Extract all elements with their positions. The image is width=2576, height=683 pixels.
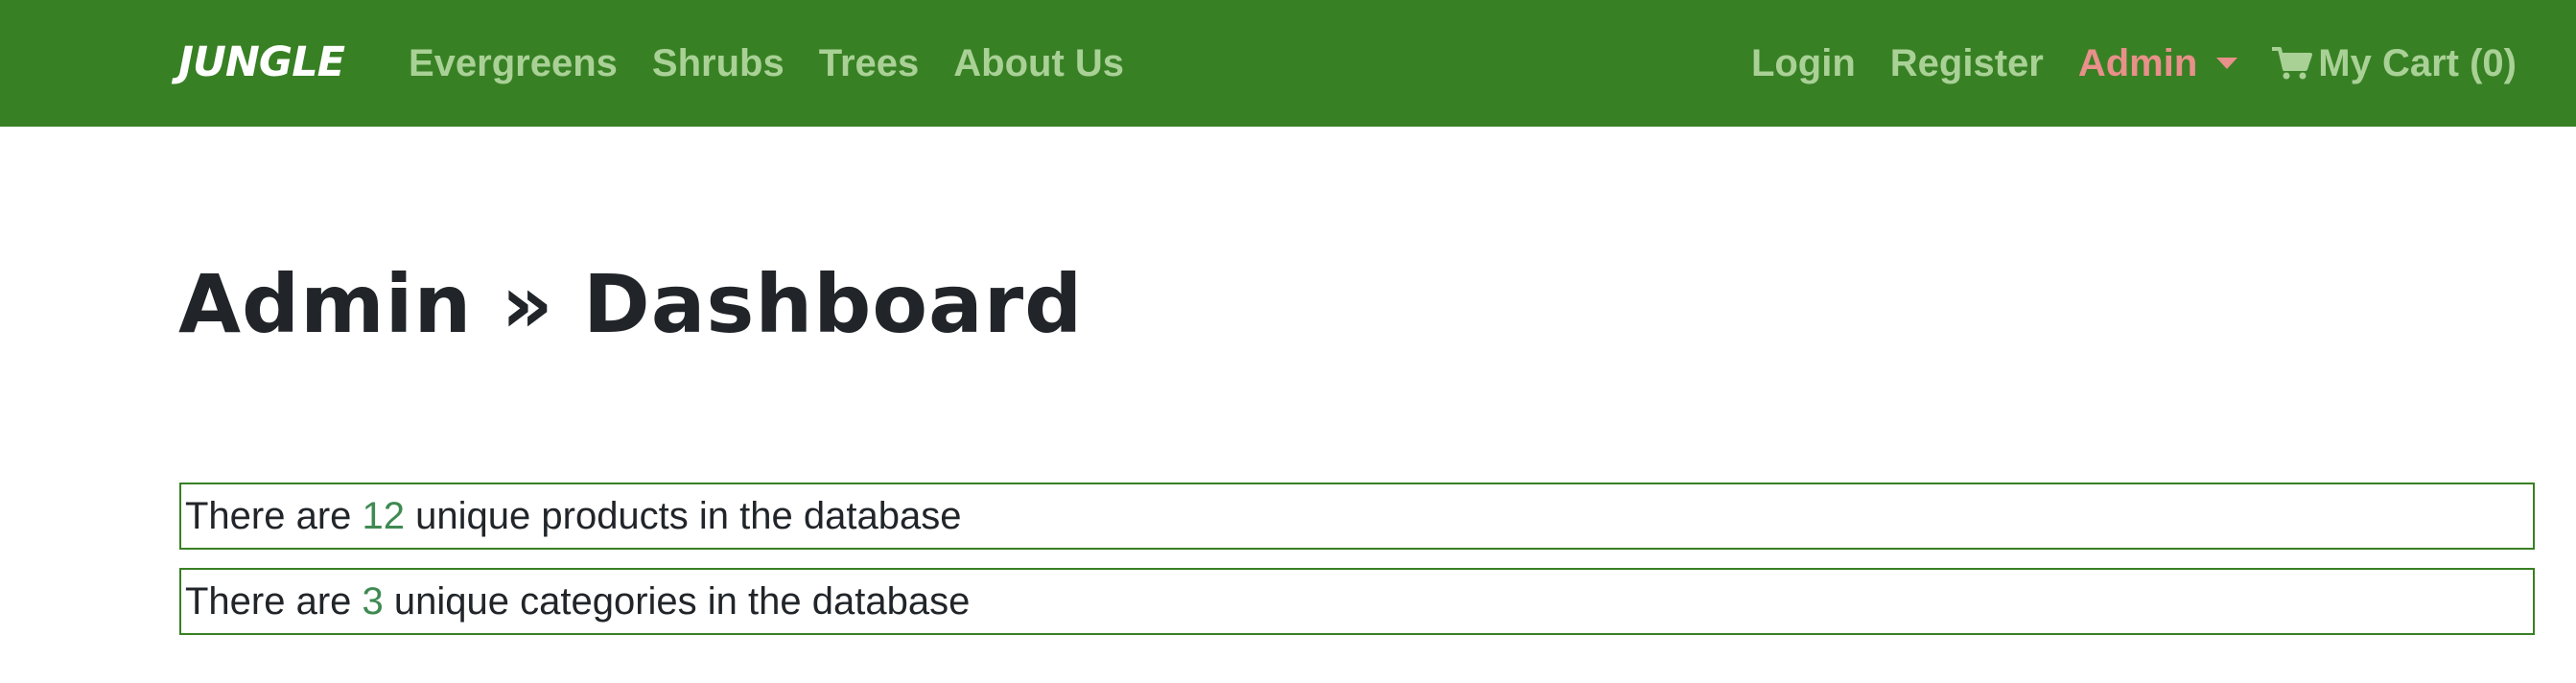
- stat-prefix: There are: [185, 579, 363, 623]
- stat-suffix: unique products in the database: [405, 494, 962, 537]
- nav-link-about-us[interactable]: About Us: [953, 42, 1124, 85]
- page-title: Admin » Dashboard: [178, 257, 1084, 351]
- nav-link-register[interactable]: Register: [1890, 42, 2044, 85]
- product-count-value: 12: [362, 494, 406, 537]
- stat-prefix: There are: [185, 494, 363, 537]
- nav-link-shrubs[interactable]: Shrubs: [652, 42, 785, 85]
- top-navbar: JUNGLE Evergreens Shrubs Trees About Us …: [0, 0, 2576, 127]
- category-count-stat: There are 3 unique categories in the dat…: [179, 568, 2535, 635]
- category-count-value: 3: [362, 579, 384, 623]
- nav-left-group: Evergreens Shrubs Trees About Us: [409, 35, 1124, 92]
- admin-dropdown-label: Admin: [2077, 41, 2198, 84]
- nav-right-group: Login Register Admin My Cart (0): [1751, 35, 2517, 92]
- stat-suffix: unique categories in the database: [383, 579, 971, 623]
- brand-logo[interactable]: JUNGLE: [178, 35, 345, 90]
- admin-dropdown-toggle[interactable]: Admin: [2077, 41, 2238, 85]
- nav-link-evergreens[interactable]: Evergreens: [409, 42, 618, 85]
- caret-down-icon: [2216, 58, 2238, 69]
- nav-link-login[interactable]: Login: [1751, 42, 1856, 85]
- cart-label: My Cart (0): [2318, 41, 2517, 84]
- product-count-stat: There are 12 unique products in the data…: [179, 483, 2535, 550]
- nav-link-trees[interactable]: Trees: [819, 42, 920, 85]
- shopping-cart-icon: [2272, 47, 2313, 80]
- nav-link-cart[interactable]: My Cart (0): [2272, 42, 2517, 85]
